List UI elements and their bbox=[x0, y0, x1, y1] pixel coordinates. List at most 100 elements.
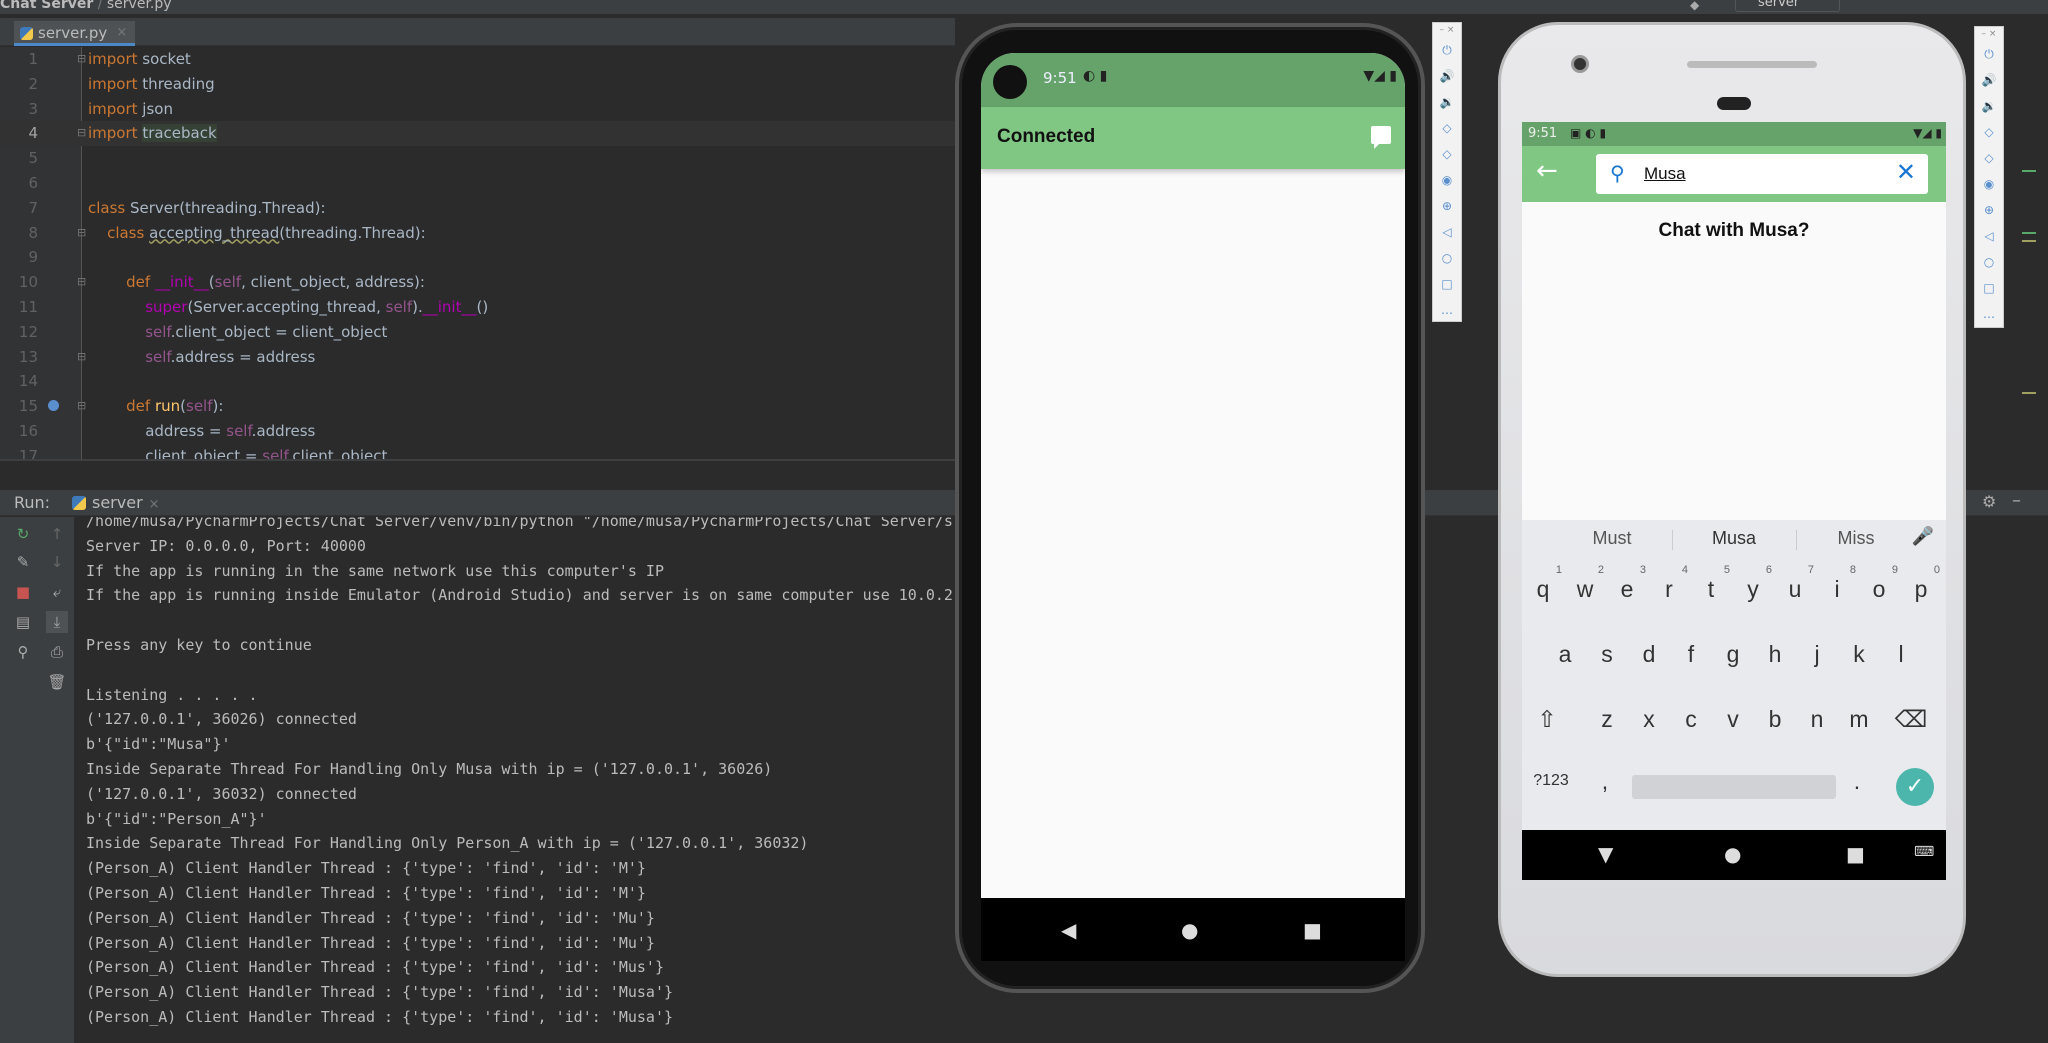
key[interactable]: s bbox=[1590, 641, 1624, 668]
key[interactable]: r4 bbox=[1652, 564, 1688, 603]
home-nav-icon[interactable]: ● bbox=[1181, 918, 1198, 942]
key[interactable]: v bbox=[1716, 706, 1750, 733]
more-icon[interactable]: … bbox=[1975, 301, 2003, 327]
window-controls[interactable]: – × bbox=[1433, 23, 1461, 37]
suggestion[interactable]: Must bbox=[1562, 528, 1662, 549]
key[interactable]: z bbox=[1590, 706, 1624, 733]
key[interactable]: h bbox=[1758, 641, 1792, 668]
phone-screen[interactable]: 9:51 ▣ ◐ ▮ ▼◢ ▮ ← ⚲ ✕ Chat with Musa? Mu… bbox=[1522, 122, 1946, 880]
override-marker-icon[interactable] bbox=[48, 400, 59, 412]
search-input[interactable] bbox=[1644, 162, 1894, 186]
key[interactable]: j bbox=[1800, 641, 1834, 668]
suggestion[interactable]: Miss bbox=[1806, 528, 1906, 549]
minimize-icon[interactable]: – bbox=[2012, 490, 2021, 511]
key[interactable]: c bbox=[1674, 706, 1708, 733]
key[interactable]: x bbox=[1632, 706, 1666, 733]
project-name[interactable]: Chat Server bbox=[0, 0, 93, 12]
back-arrow-icon[interactable]: ← bbox=[1536, 156, 1558, 186]
scroll-to-end-icon[interactable]: ⤓ bbox=[46, 611, 68, 633]
done-key-icon[interactable]: ✓ bbox=[1896, 768, 1934, 806]
back-icon[interactable]: ◁ bbox=[1433, 219, 1461, 245]
period-key[interactable]: . bbox=[1840, 768, 1874, 795]
soft-wrap-icon[interactable]: ⤶ bbox=[46, 581, 68, 603]
space-key[interactable] bbox=[1632, 775, 1836, 799]
tab-server-py[interactable]: server.py × bbox=[14, 21, 136, 46]
key[interactable]: a bbox=[1548, 641, 1582, 668]
key[interactable]: w2 bbox=[1568, 564, 1604, 603]
mic-icon[interactable]: 🎤 bbox=[1912, 526, 1934, 547]
shift-key-icon[interactable]: ⇧ bbox=[1530, 706, 1564, 733]
zoom-icon[interactable]: ⊕ bbox=[1975, 197, 2003, 223]
run-config-selector[interactable]: server bbox=[1735, 0, 1840, 12]
file-crumb[interactable]: server.py bbox=[107, 0, 172, 12]
volume-up-icon[interactable]: 🔊 bbox=[1975, 67, 2003, 93]
screenshot-icon[interactable]: ◉ bbox=[1433, 167, 1461, 193]
wrench-icon[interactable]: ✎ bbox=[12, 551, 34, 573]
search-box[interactable]: ⚲ ✕ bbox=[1596, 154, 1928, 194]
window-controls[interactable]: – × bbox=[1975, 27, 2003, 41]
key[interactable]: q1 bbox=[1526, 564, 1562, 603]
key[interactable]: n bbox=[1800, 706, 1834, 733]
key[interactable]: m bbox=[1842, 706, 1876, 733]
close-tab-icon[interactable]: × bbox=[116, 25, 127, 40]
keyboard-switch-icon[interactable]: ⌨ bbox=[1914, 844, 1934, 860]
key[interactable]: o9 bbox=[1862, 564, 1898, 603]
power-icon[interactable]: ⏻ bbox=[1433, 37, 1461, 63]
layout-icon[interactable]: ▤ bbox=[12, 611, 34, 633]
symbols-key[interactable]: ?123 bbox=[1528, 772, 1574, 790]
rotate-left-icon[interactable]: ◇ bbox=[1433, 115, 1461, 141]
chat-prompt[interactable]: Chat with Musa? bbox=[1522, 220, 1946, 242]
suggestion[interactable]: Musa bbox=[1684, 528, 1784, 549]
key[interactable]: e3 bbox=[1610, 564, 1646, 603]
close-tab-icon[interactable]: × bbox=[149, 497, 160, 512]
key[interactable]: i8 bbox=[1820, 564, 1856, 603]
volume-down-icon[interactable]: 🔉 bbox=[1975, 93, 2003, 119]
key[interactable]: p0 bbox=[1904, 564, 1940, 603]
recents-nav-icon[interactable]: ■ bbox=[1303, 918, 1322, 942]
more-icon[interactable]: … bbox=[1433, 297, 1461, 323]
key[interactable]: y6 bbox=[1736, 564, 1772, 603]
rotate-right-icon[interactable]: ◇ bbox=[1433, 141, 1461, 167]
gear-icon[interactable]: ⚙ bbox=[1982, 492, 1996, 511]
key[interactable]: k bbox=[1842, 641, 1876, 668]
key[interactable]: d bbox=[1632, 641, 1666, 668]
back-icon[interactable]: ◁ bbox=[1975, 223, 2003, 249]
back-nav-icon[interactable]: ◀ bbox=[1061, 918, 1076, 942]
volume-down-icon[interactable]: 🔉 bbox=[1433, 89, 1461, 115]
key[interactable]: l bbox=[1884, 641, 1918, 668]
rotate-left-icon[interactable]: ◇ bbox=[1975, 119, 2003, 145]
comma-key[interactable]: , bbox=[1588, 768, 1622, 795]
key[interactable]: f bbox=[1674, 641, 1708, 668]
stop-icon[interactable]: ■ bbox=[12, 581, 34, 603]
overview-icon[interactable]: □ bbox=[1433, 271, 1461, 297]
print-icon[interactable]: ⎙ bbox=[46, 641, 68, 663]
phone-screen[interactable]: 9:51 ◐ ▮ ▼◢ ▮ Connected ◀ ● ■ bbox=[981, 53, 1405, 961]
pin-icon[interactable]: ⚲ bbox=[12, 641, 34, 663]
zoom-icon[interactable]: ⊕ bbox=[1433, 193, 1461, 219]
rerun-icon[interactable]: ↻ bbox=[12, 523, 34, 545]
home-icon[interactable]: ○ bbox=[1975, 249, 2003, 275]
up-arrow-icon[interactable]: ↑ bbox=[46, 523, 68, 545]
key[interactable]: t5 bbox=[1694, 564, 1730, 603]
power-icon[interactable]: ⏻ bbox=[1975, 41, 2003, 67]
chat-icon[interactable] bbox=[1371, 126, 1391, 149]
screenshot-icon[interactable]: ◉ bbox=[1975, 171, 2003, 197]
back-nav-icon[interactable]: ▼ bbox=[1598, 842, 1613, 866]
trash-icon[interactable]: 🗑 bbox=[46, 671, 68, 693]
code-editor[interactable]: 1 ⊟ import socket 2 import threading 3 im… bbox=[0, 47, 955, 459]
home-icon[interactable]: ○ bbox=[1433, 245, 1461, 271]
clear-icon[interactable]: ✕ bbox=[1896, 158, 1916, 186]
toolbar-icons[interactable]: ◆ bbox=[1690, 0, 1705, 12]
key[interactable]: b bbox=[1758, 706, 1792, 733]
panel-divider[interactable] bbox=[0, 459, 955, 461]
recents-nav-icon[interactable]: ■ bbox=[1846, 842, 1865, 866]
rotate-right-icon[interactable]: ◇ bbox=[1975, 145, 2003, 171]
volume-up-icon[interactable]: 🔊 bbox=[1433, 63, 1461, 89]
overview-icon[interactable]: □ bbox=[1975, 275, 2003, 301]
key[interactable]: g bbox=[1716, 641, 1750, 668]
key[interactable]: u7 bbox=[1778, 564, 1814, 603]
home-nav-icon[interactable]: ● bbox=[1724, 842, 1741, 866]
backspace-key-icon[interactable]: ⌫ bbox=[1894, 706, 1928, 733]
run-tab-server[interactable]: server × bbox=[70, 493, 160, 512]
down-arrow-icon[interactable]: ↓ bbox=[46, 551, 68, 573]
